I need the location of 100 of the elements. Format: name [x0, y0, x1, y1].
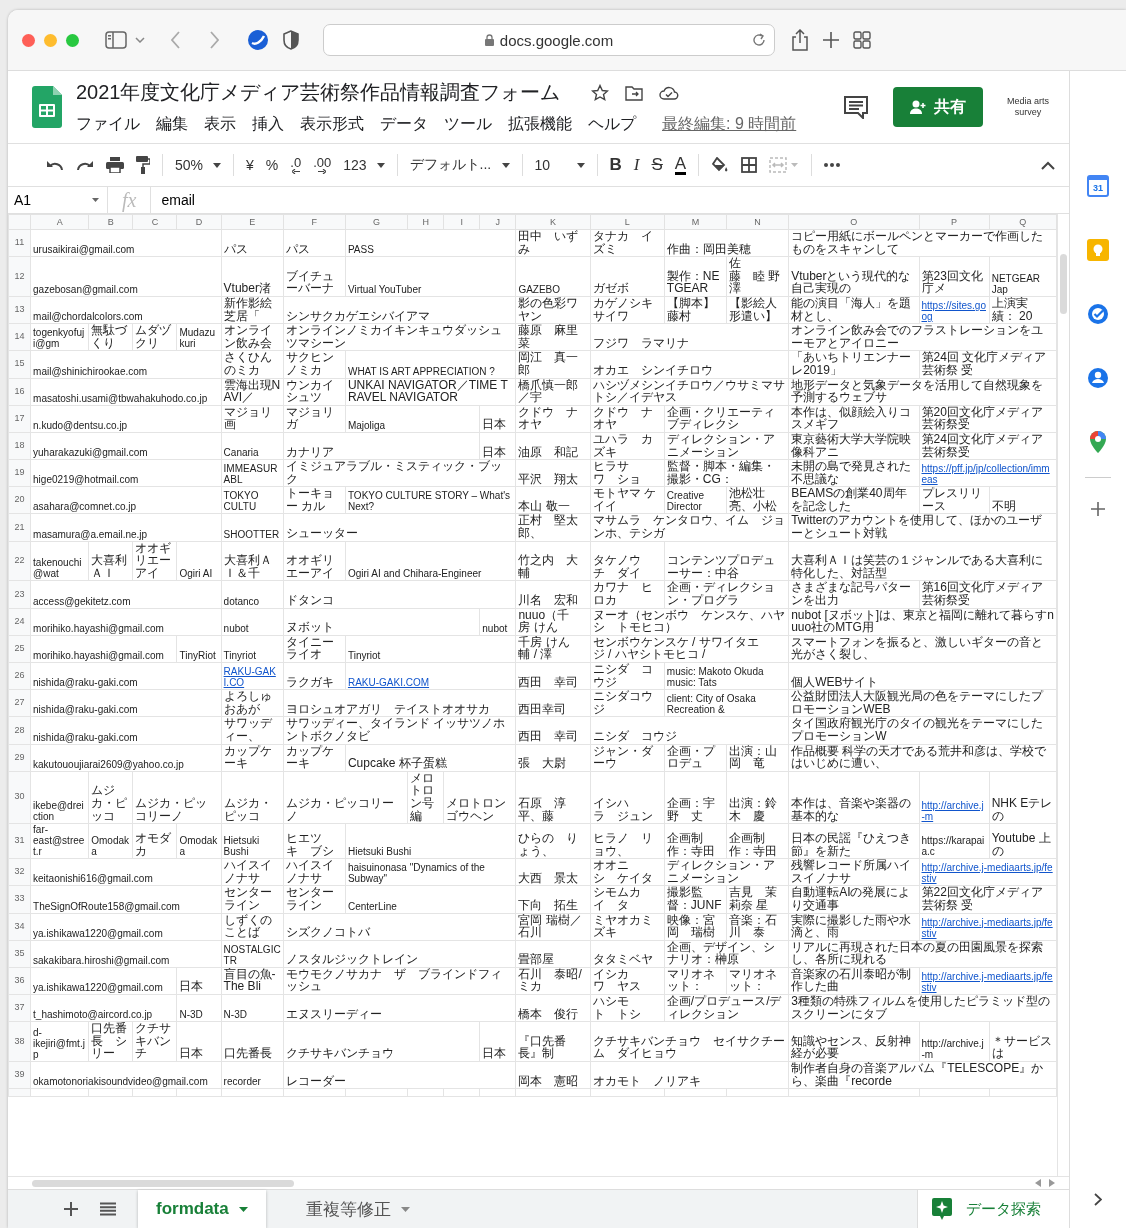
- font-dropdown[interactable]: デフォルト...: [409, 156, 510, 174]
- row-number[interactable]: 26: [8, 662, 31, 690]
- print-icon[interactable]: [106, 157, 124, 173]
- row-number[interactable]: 23: [8, 580, 31, 609]
- calendar-icon[interactable]: 31: [1087, 175, 1109, 197]
- row-number[interactable]: 37: [8, 994, 31, 1022]
- address-bar[interactable]: docs.google.com: [323, 24, 775, 56]
- sheet-list-icon[interactable]: [100, 1202, 116, 1216]
- column-header[interactable]: N: [726, 214, 789, 230]
- new-tab-icon[interactable]: [823, 32, 839, 48]
- text-color-button[interactable]: A: [674, 155, 687, 175]
- sidebar-icon[interactable]: [105, 31, 127, 49]
- tasks-icon[interactable]: [1087, 303, 1109, 325]
- more-icon[interactable]: [824, 163, 841, 167]
- row-number[interactable]: 21: [8, 513, 31, 542]
- row-number[interactable]: 12: [8, 256, 31, 297]
- row-number[interactable]: 14: [8, 323, 31, 351]
- shield-icon[interactable]: [283, 30, 299, 50]
- menu-item[interactable]: データ: [380, 114, 428, 135]
- italic-button[interactable]: I: [633, 155, 640, 175]
- column-header[interactable]: O: [788, 214, 919, 230]
- column-header[interactable]: D: [176, 214, 222, 230]
- currency-format-button[interactable]: ¥: [246, 157, 254, 173]
- account-logo[interactable]: Media arts survey: [1003, 96, 1053, 118]
- comment-icon[interactable]: [843, 95, 869, 119]
- last-edit-link[interactable]: 最終編集: 9 時間前: [662, 114, 797, 135]
- row-number[interactable]: 35: [8, 940, 31, 968]
- column-header[interactable]: A: [30, 214, 89, 230]
- row-number[interactable]: 38: [8, 1021, 31, 1062]
- row-number[interactable]: 13: [8, 296, 31, 324]
- row-number[interactable]: 30: [8, 771, 31, 824]
- redo-icon[interactable]: [76, 159, 94, 171]
- column-header[interactable]: C: [132, 214, 177, 230]
- extension-icon[interactable]: [247, 29, 269, 51]
- contacts-icon[interactable]: [1087, 367, 1109, 389]
- chevron-down-icon[interactable]: [135, 37, 145, 43]
- row-number[interactable]: 17: [8, 405, 31, 433]
- font-size-dropdown[interactable]: 10: [534, 157, 585, 173]
- share-icon[interactable]: [791, 29, 809, 51]
- row-number[interactable]: 32: [8, 858, 31, 886]
- explore-button[interactable]: データ探索: [917, 1190, 1069, 1228]
- row-number[interactable]: 19: [8, 459, 31, 487]
- collapse-icon[interactable]: [1041, 160, 1055, 170]
- scrollbar-thumb[interactable]: [32, 1179, 294, 1187]
- expand-panel-icon[interactable]: [1094, 1193, 1102, 1206]
- star-icon[interactable]: [590, 83, 609, 102]
- row-number[interactable]: 20: [8, 486, 31, 514]
- close-window-button[interactable]: [22, 33, 35, 47]
- bold-button[interactable]: B: [609, 155, 622, 175]
- menu-item[interactable]: 表示: [204, 114, 236, 135]
- number-format-dropdown[interactable]: 123: [343, 157, 385, 173]
- column-header[interactable]: K: [515, 214, 591, 230]
- scroll-right-icon[interactable]: [1049, 1179, 1055, 1187]
- increase-decimal-button[interactable]: .00: [313, 156, 332, 174]
- add-sheet-icon[interactable]: [64, 1202, 78, 1216]
- row-number[interactable]: 15: [8, 350, 31, 379]
- column-header[interactable]: I: [443, 214, 480, 230]
- row-number[interactable]: 28: [8, 716, 31, 745]
- merge-cells-icon[interactable]: [769, 157, 800, 173]
- scroll-left-icon[interactable]: [1035, 1179, 1041, 1187]
- row-number[interactable]: 27: [8, 689, 31, 717]
- undo-icon[interactable]: [46, 159, 64, 171]
- borders-icon[interactable]: [741, 157, 758, 173]
- share-button[interactable]: 共有: [893, 87, 983, 127]
- menu-item[interactable]: 表示形式: [300, 114, 364, 135]
- reload-icon[interactable]: [752, 33, 766, 47]
- column-header[interactable]: M: [664, 214, 727, 230]
- column-header[interactable]: G: [345, 214, 408, 230]
- menu-item[interactable]: 挿入: [252, 114, 284, 135]
- formula-input[interactable]: email: [151, 192, 195, 208]
- column-header[interactable]: P: [919, 214, 990, 230]
- menu-item[interactable]: 拡張機能: [508, 114, 572, 135]
- row-number[interactable]: 29: [8, 744, 31, 772]
- zoom-dropdown[interactable]: 50%: [175, 157, 222, 173]
- add-icon[interactable]: [1091, 502, 1105, 516]
- menu-item[interactable]: ツール: [444, 114, 492, 135]
- cloud-check-icon[interactable]: [658, 84, 679, 101]
- column-header[interactable]: H: [407, 214, 444, 230]
- decrease-decimal-button[interactable]: .0: [290, 156, 302, 174]
- fill-color-icon[interactable]: [711, 157, 730, 173]
- row-number[interactable]: 24: [8, 608, 31, 636]
- row-number[interactable]: 25: [8, 635, 31, 663]
- paint-format-icon[interactable]: [136, 156, 150, 174]
- sheet-tab[interactable]: 重複等修正: [287, 1190, 428, 1228]
- column-header[interactable]: E: [221, 214, 284, 230]
- menu-item[interactable]: ヘルプ: [588, 114, 636, 135]
- row-number[interactable]: 18: [8, 432, 31, 460]
- row-number[interactable]: 34: [8, 913, 31, 941]
- sheets-logo-icon[interactable]: [32, 86, 62, 128]
- tab-overview-icon[interactable]: [853, 31, 871, 49]
- column-header[interactable]: J: [479, 214, 516, 230]
- document-title[interactable]: 2021年度文化庁メディア芸術祭作品情報調査フォーム: [76, 79, 561, 106]
- row-number[interactable]: 31: [8, 823, 31, 859]
- sheet-tab[interactable]: formdata: [138, 1190, 266, 1228]
- row-number[interactable]: 33: [8, 885, 31, 913]
- menu-item[interactable]: 編集: [156, 114, 188, 135]
- name-box[interactable]: A1: [8, 187, 108, 213]
- row-number[interactable]: 39: [8, 1061, 31, 1089]
- row-number[interactable]: 16: [8, 378, 31, 406]
- folder-icon[interactable]: [624, 84, 643, 101]
